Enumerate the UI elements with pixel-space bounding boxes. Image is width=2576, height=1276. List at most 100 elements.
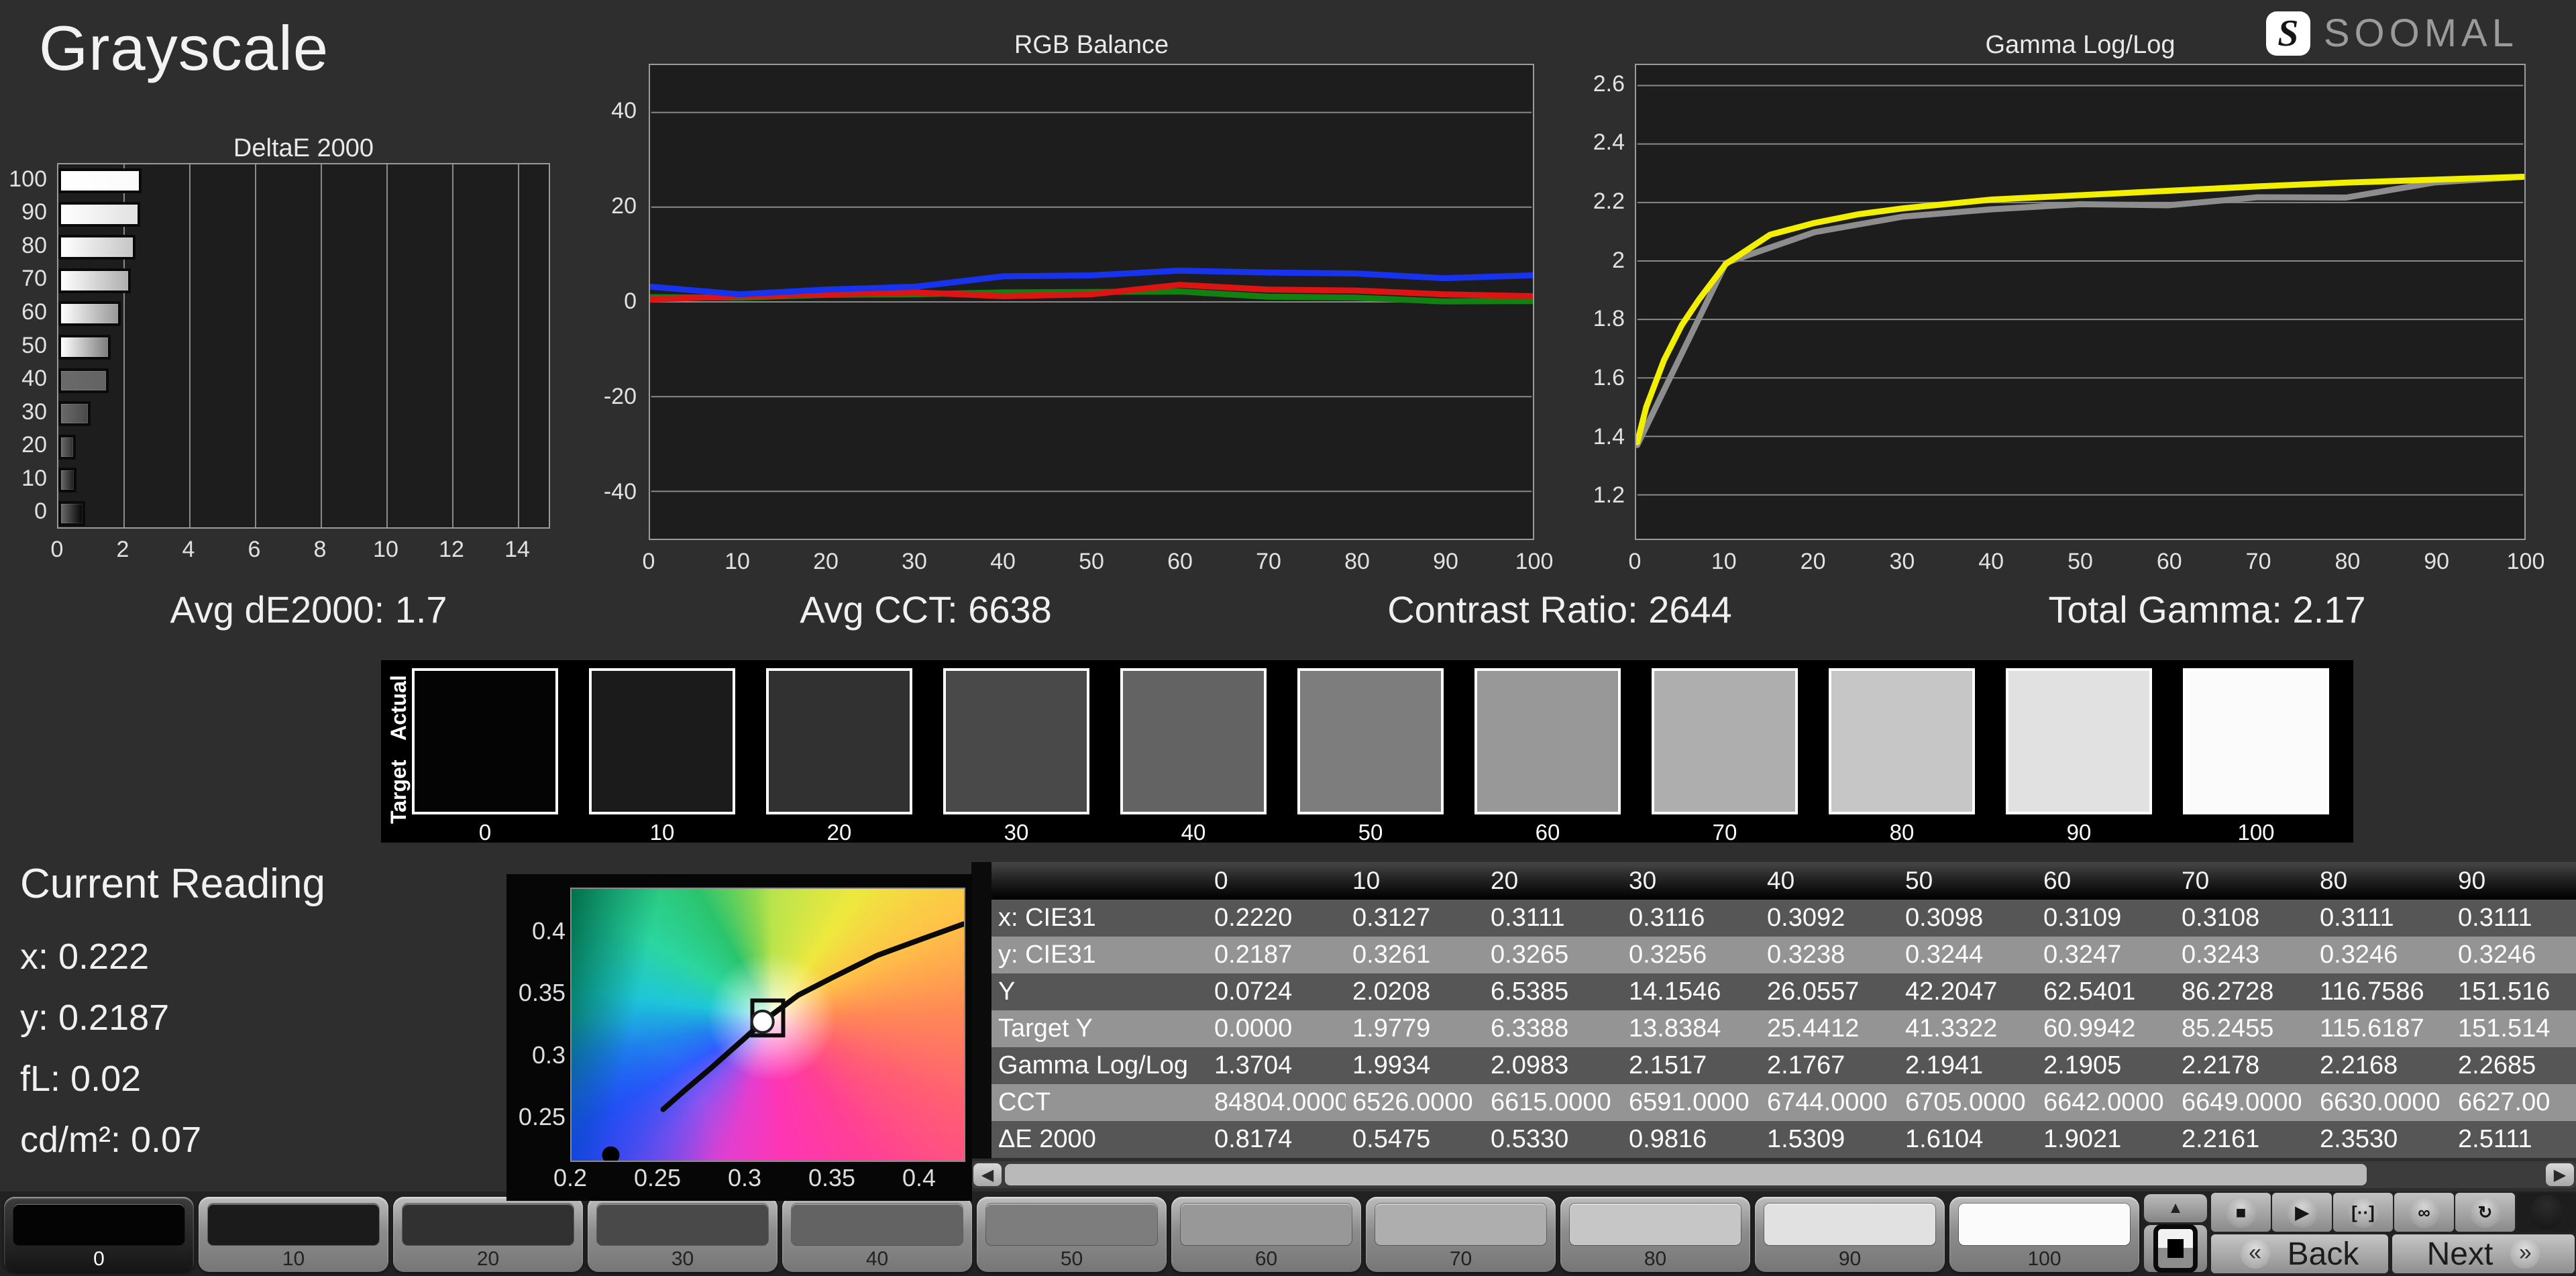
table-cell: 6630.0000	[2320, 1088, 2440, 1116]
table-cell: 0.3111	[1491, 904, 1565, 932]
table-cell: 2.1517	[1629, 1051, 1707, 1079]
deltae-gridline	[518, 164, 519, 527]
patch-button-0[interactable]: 0	[4, 1197, 194, 1272]
table-column-header: 80	[2320, 867, 2348, 894]
cie-tick-label: 0.35	[518, 979, 566, 1007]
table-cell: 2.1905	[2043, 1051, 2122, 1079]
rgb-tick-label: 20	[611, 193, 637, 219]
gamma-tick-label: 100	[2506, 549, 2545, 574]
patch-button-100[interactable]: 100	[1949, 1197, 2139, 1272]
table-cell: 0.3108	[2182, 904, 2260, 932]
loop-button[interactable]: ∞	[2394, 1193, 2454, 1232]
table-cell: 0.0000	[1214, 1014, 1293, 1043]
patch-preview	[208, 1204, 379, 1245]
rgb-tick-label: 0	[624, 288, 637, 314]
table-scrollbar[interactable]: ◀ ▶	[971, 1161, 2576, 1188]
table-cell: 41.3322	[1905, 1014, 1998, 1043]
cie-tick-label: 0.35	[808, 1164, 856, 1191]
reading-fl: fL: 0.02	[20, 1059, 142, 1099]
patch-button-label: 0	[93, 1248, 105, 1270]
table-cell: 1.6104	[1905, 1125, 1984, 1153]
patch-button-70[interactable]: 70	[1366, 1197, 1556, 1272]
calibration-app: Grayscale S SOOMAL DeltaE 2000 0 10 20 30 40…	[0, 0, 2576, 1276]
table-row: y: CIE31 0.2187 0.3261 0.3265 0.3256 0.3238 0.…	[991, 937, 2576, 973]
next-button[interactable]: Next »	[2392, 1234, 2575, 1273]
current-reading-title: Current Reading	[20, 861, 325, 907]
row-label: y: CIE31	[998, 941, 1096, 969]
deltae-bar	[58, 335, 111, 360]
cie-tick-label: 0.4	[902, 1164, 936, 1191]
deltae-tick-label: 14	[504, 537, 530, 562]
deltae-bar	[58, 434, 76, 460]
table-cell: 6705.0000	[1905, 1088, 2026, 1116]
deltae-tick-label: 10	[21, 465, 47, 491]
table-cell: 0.8174	[1214, 1125, 1293, 1153]
cie-diagram-panel: 0.4 0.35 0.3 0.25 0.2 0.25 0.3 0.35 0.4	[506, 874, 972, 1201]
patch-preview	[1375, 1204, 1546, 1245]
table-cell: 0.3265	[1491, 941, 1569, 969]
patch-button-20[interactable]: 20	[393, 1197, 583, 1272]
scrollbar-thumb[interactable]	[1005, 1164, 2367, 1185]
stat-contrast-ratio: Contrast Ratio: 2644	[1387, 588, 1732, 631]
table-column-header: 30	[1629, 867, 1657, 894]
table-cell: 1.5309	[1767, 1125, 1845, 1153]
measurement-table: 0 10 20 30 40 50 60 70 80 90 x: CIE31 0.2220 0.3127…	[971, 862, 2576, 1159]
play-button[interactable]: ▶	[2272, 1193, 2332, 1232]
rgb-tick-label: -40	[603, 479, 637, 504]
window-pattern-toggle[interactable]	[2144, 1224, 2207, 1273]
table-cell: 6744.0000	[1767, 1088, 1888, 1116]
deltae-gridline	[452, 164, 453, 527]
stat-avg-cct: Avg CCT: 6638	[800, 588, 1052, 631]
table-cell: 2.5111	[2458, 1125, 2532, 1153]
gamma-tick-label: 1.4	[1593, 423, 1625, 449]
cie-tick-label: 0.3	[727, 1164, 762, 1191]
pattern-up-button[interactable]: ▲	[2144, 1194, 2207, 1222]
grayscale-swatch	[1652, 668, 1798, 814]
table-column-header: 50	[1905, 867, 1933, 894]
gamma-tick-label: 60	[2156, 549, 2182, 574]
stop-button[interactable]: ■	[2211, 1193, 2271, 1232]
patch-button-80[interactable]: 80	[1560, 1197, 1750, 1272]
table-cell: 0.3116	[1629, 904, 1705, 932]
table-cell: 42.2047	[1905, 977, 1998, 1006]
table-cell: 2.0983	[1491, 1051, 1569, 1079]
deltae-bar	[58, 301, 121, 327]
grayscale-swatch	[412, 668, 558, 814]
table-cell: 62.5401	[2043, 977, 2136, 1006]
patch-button-60[interactable]: 60	[1171, 1197, 1361, 1272]
table-cell: 0.5330	[1491, 1125, 1569, 1153]
table-cell: 6.3388	[1491, 1014, 1569, 1043]
table-cell: 0.3098	[1905, 904, 1984, 932]
rgb-tick-label: 0	[642, 549, 655, 574]
refresh-button[interactable]: ↻	[2455, 1193, 2515, 1232]
table-cell: 26.0557	[1767, 977, 1860, 1006]
table-cell: 6649.0000	[2182, 1088, 2302, 1116]
table-cell: 0.3127	[1352, 904, 1431, 932]
gamma-tick-label: 1.8	[1593, 306, 1625, 332]
deltae-tick-label: 60	[21, 299, 47, 325]
refresh-icon: ↻	[2469, 1197, 2501, 1228]
patch-preview	[1959, 1204, 2130, 1245]
deltae-tick-label: 100	[9, 166, 47, 192]
patch-button-30[interactable]: 30	[588, 1197, 777, 1272]
scroll-left-button[interactable]: ◀	[973, 1163, 1002, 1186]
deltae-tick-label: 0	[34, 498, 47, 525]
loop-icon: ∞	[2408, 1197, 2440, 1228]
table-cell: 1.9021	[2043, 1125, 2122, 1153]
window-pattern-icon	[2153, 1224, 2198, 1273]
cie-tick-label: 0.25	[633, 1164, 682, 1191]
table-cell: 0.9816	[1629, 1125, 1707, 1153]
swatch-label: 70	[1712, 820, 1737, 845]
gamma-tick-label: 2	[1612, 247, 1625, 273]
patch-button-50[interactable]: 50	[977, 1197, 1167, 1272]
patch-button-10[interactable]: 10	[199, 1197, 388, 1272]
back-button[interactable]: « Back	[2211, 1234, 2388, 1273]
patch-button-40[interactable]: 40	[782, 1197, 972, 1272]
stat-avg-de2000: Avg dE2000: 1.7	[170, 588, 447, 631]
table-cell: 84804.0000	[1214, 1088, 1346, 1116]
scroll-right-button[interactable]: ▶	[2546, 1163, 2574, 1186]
range-button[interactable]: [··]	[2333, 1193, 2393, 1232]
rgb-tick-label: 10	[724, 549, 750, 574]
table-row: Gamma Log/Log 1.3704 1.9934 2.0983 2.1517 2.1…	[991, 1047, 2576, 1084]
patch-button-90[interactable]: 90	[1755, 1197, 1945, 1272]
